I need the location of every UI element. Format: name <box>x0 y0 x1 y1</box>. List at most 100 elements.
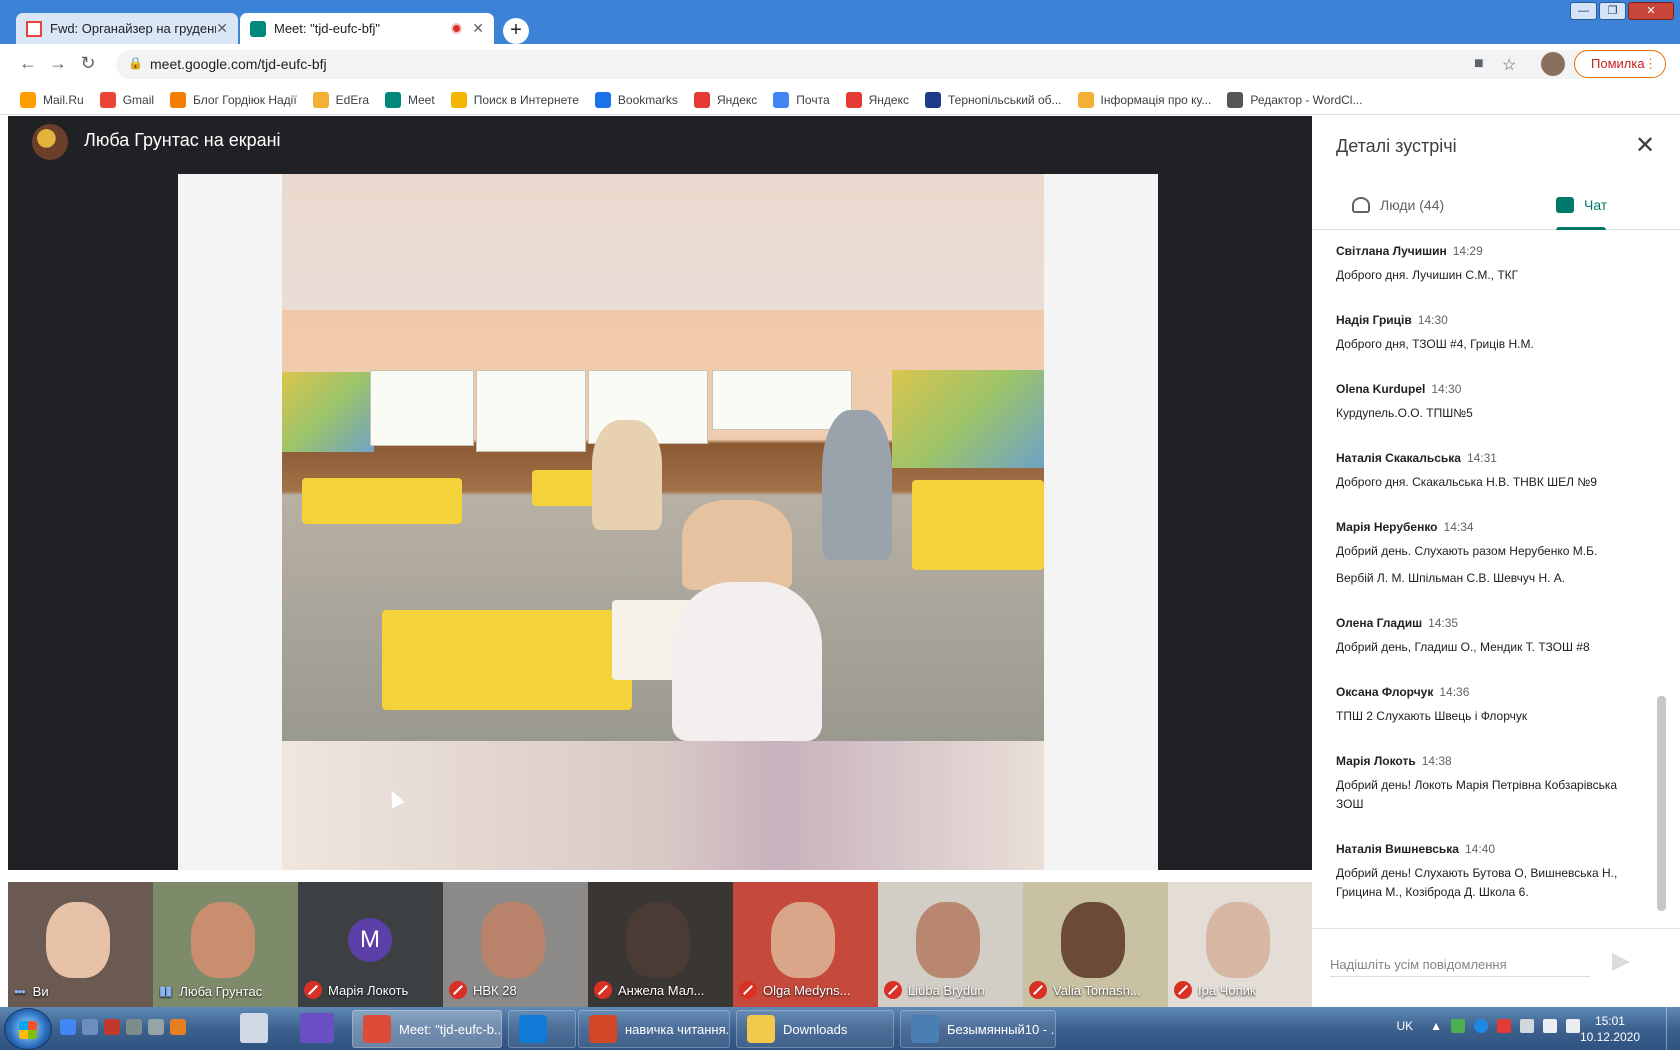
participant-tile[interactable]: Анжела Мал... <box>588 882 733 1007</box>
more-vert-icon: ⋮ <box>1644 56 1657 71</box>
vs-app-icon[interactable] <box>300 1013 334 1043</box>
forward-arrow-icon[interactable]: → <box>46 53 70 74</box>
message-sender: Наталія Вишневська <box>1336 842 1459 856</box>
close-tab-icon[interactable]: ✕ <box>216 20 228 37</box>
url-text[interactable]: meet.google.com/tjd-eufc-bfj <box>150 56 327 72</box>
wall-poster <box>712 370 852 430</box>
browser-tab-meet[interactable]: Meet: "tjd-eufc-bfj" ✕ <box>240 13 494 44</box>
new-tab-button[interactable]: + <box>503 18 529 44</box>
close-icon[interactable]: ✕ <box>1630 131 1660 160</box>
bookmark-label: Bookmarks <box>617 92 678 107</box>
app-quick-icon[interactable] <box>104 1019 120 1035</box>
volume-icon[interactable] <box>1566 1019 1580 1033</box>
participant-tile[interactable]: НВК 28 <box>443 882 588 1007</box>
bookmark-icon <box>385 91 402 108</box>
bookmark-item[interactable]: Поиск в Интернете <box>450 91 579 108</box>
send-icon[interactable] <box>1612 953 1630 971</box>
taskbar-item-downloads[interactable]: Downloads <box>736 1010 894 1048</box>
start-button[interactable] <box>4 1008 52 1050</box>
mic-off-icon <box>304 981 322 999</box>
tray-app-icon[interactable] <box>1451 1019 1465 1033</box>
chat-message: Наталія Вишневська 14:40 Добрий день! Слу… <box>1336 840 1646 902</box>
participant-face <box>481 902 545 978</box>
network-icon[interactable] <box>1543 1019 1557 1033</box>
chat-message: Світлана Лучишин 14:29 Доброго дня. Лучиш… <box>1336 242 1646 285</box>
bookmark-item[interactable]: Редактор - WordCl... <box>1227 91 1362 108</box>
back-arrow-icon[interactable]: ← <box>16 53 40 74</box>
message-text: Вербій Л. М. Шпільман С.В. Шевчуч Н. А. <box>1336 571 1566 585</box>
tab-people[interactable]: Люди (44) <box>1352 180 1444 230</box>
taskbar-item-label: Безымянный10 - ... <box>947 1021 1056 1037</box>
taskbar-item-powerpoint[interactable]: навичка читання... <box>578 1010 730 1048</box>
camera-icon[interactable]: ■ <box>1474 55 1484 73</box>
presenter-bar: Люба Грунтас на екрані <box>8 116 1312 174</box>
calendar-app-icon[interactable] <box>240 1013 268 1043</box>
browser-tab-gmail[interactable]: Fwd: Органайзер на грудень - g ✕ <box>16 13 238 44</box>
bookmark-item[interactable]: Тернопільський об... <box>924 91 1062 108</box>
chat-message-input[interactable] <box>1330 953 1590 977</box>
maximize-button[interactable]: ❐ <box>1599 2 1626 20</box>
tab-chat[interactable]: Чат <box>1556 180 1607 230</box>
participant-tile[interactable]: Liuba Brydun <box>878 882 1023 1007</box>
participant-tile[interactable]: Valia Tomash... <box>1023 882 1168 1007</box>
child <box>822 410 892 560</box>
tray-expand-icon[interactable]: ▲ <box>1430 1019 1442 1033</box>
message-text: ТПШ 2 Слухають Швець і Флорчук <box>1336 709 1528 723</box>
mail-quick-icon[interactable] <box>82 1019 98 1035</box>
clock[interactable]: 15:01 10.12.2020 <box>1580 1013 1640 1045</box>
minimize-button[interactable]: — <box>1570 2 1597 20</box>
bookmark-item[interactable]: Блог Гордіюк Надії <box>170 91 297 108</box>
profile-avatar[interactable] <box>1541 52 1565 76</box>
app-quick-icon[interactable] <box>126 1019 142 1035</box>
participant-tile[interactable]: M Марія Локоть <box>298 882 443 1007</box>
bookmark-item[interactable]: EdEra <box>312 91 369 108</box>
tray-app-icon[interactable] <box>1520 1019 1534 1033</box>
participant-tile[interactable]: ••• Ви <box>8 882 153 1007</box>
bookmark-item[interactable]: Яндекс <box>693 91 757 108</box>
chrome-quick-icon[interactable] <box>60 1019 76 1035</box>
taskbar-item-chrome[interactable]: Meet: "tjd-eufc-b... <box>352 1010 502 1048</box>
skype-icon[interactable] <box>1474 1019 1488 1033</box>
show-desktop-button[interactable] <box>1666 1007 1680 1050</box>
bookmark-item[interactable]: Почта <box>773 91 830 108</box>
mic-off-icon <box>1174 981 1192 999</box>
bookmark-label: Gmail <box>122 92 155 107</box>
taskbar-item-edge[interactable] <box>508 1010 576 1048</box>
star-icon[interactable]: ☆ <box>1502 55 1516 75</box>
classroom-image <box>282 310 1044 741</box>
tab-title: Meet: "tjd-eufc-bfj" <box>274 21 381 36</box>
bookmark-item[interactable]: Mail.Ru <box>20 91 84 108</box>
participant-tile[interactable]: ▮▮ Люба Грунтас <box>153 882 298 1007</box>
chat-scrollbar[interactable] <box>1657 696 1666 911</box>
tray-app-icon[interactable] <box>1497 1019 1511 1033</box>
bookmark-icon <box>773 91 790 108</box>
bookmark-item[interactable]: Bookmarks <box>594 91 678 108</box>
meet-app: Люба Грунтас на екрані ••• Ви ▮▮ Люба Гр… <box>0 116 1680 1007</box>
error-button[interactable]: Помилка ⋮ <box>1574 50 1666 78</box>
close-tab-icon[interactable]: ✕ <box>472 20 484 37</box>
bookmark-item[interactable]: Gmail <box>99 91 155 108</box>
language-indicator[interactable]: UK <box>1396 1019 1413 1033</box>
presenter-label: Люба Грунтас на екрані <box>84 130 281 150</box>
participant-name: Olga Medyns... <box>763 982 851 998</box>
bookmark-item[interactable]: Meet <box>385 91 435 108</box>
taskbar-item-paint[interactable]: Безымянный10 - ... <box>900 1010 1056 1048</box>
bookmark-item[interactable]: Яндекс <box>845 91 909 108</box>
address-bar[interactable]: 🔒 meet.google.com/tjd-eufc-bfj ■ ☆ <box>116 50 1656 79</box>
taskbar-item-label: Downloads <box>783 1021 848 1037</box>
reload-icon[interactable]: ↻ <box>76 53 100 74</box>
desktop-quick-icon[interactable] <box>148 1019 164 1035</box>
message-sender: Надія Гриців <box>1336 313 1412 327</box>
app-quick-icon[interactable] <box>170 1019 186 1035</box>
close-window-button[interactable]: ✕ <box>1628 2 1674 20</box>
participant-name: НВК 28 <box>473 982 517 998</box>
bookmark-icon <box>594 91 611 108</box>
bookmark-item[interactable]: Інформація про ку... <box>1077 91 1211 108</box>
participant-tile[interactable]: Olga Medyns... <box>733 882 878 1007</box>
participant-label: Анжела Мал... <box>594 981 704 999</box>
message-text: Доброго дня. Скакальська Н.В. ТНВК ШЕЛ №… <box>1336 475 1597 489</box>
wall-poster <box>476 370 586 452</box>
participant-tile[interactable]: Іра Чопик <box>1168 882 1312 1007</box>
chat-message: Олена Гладиш 14:35 Добрий день, Гладиш О.… <box>1336 614 1646 657</box>
tab-chat-label: Чат <box>1584 197 1608 213</box>
